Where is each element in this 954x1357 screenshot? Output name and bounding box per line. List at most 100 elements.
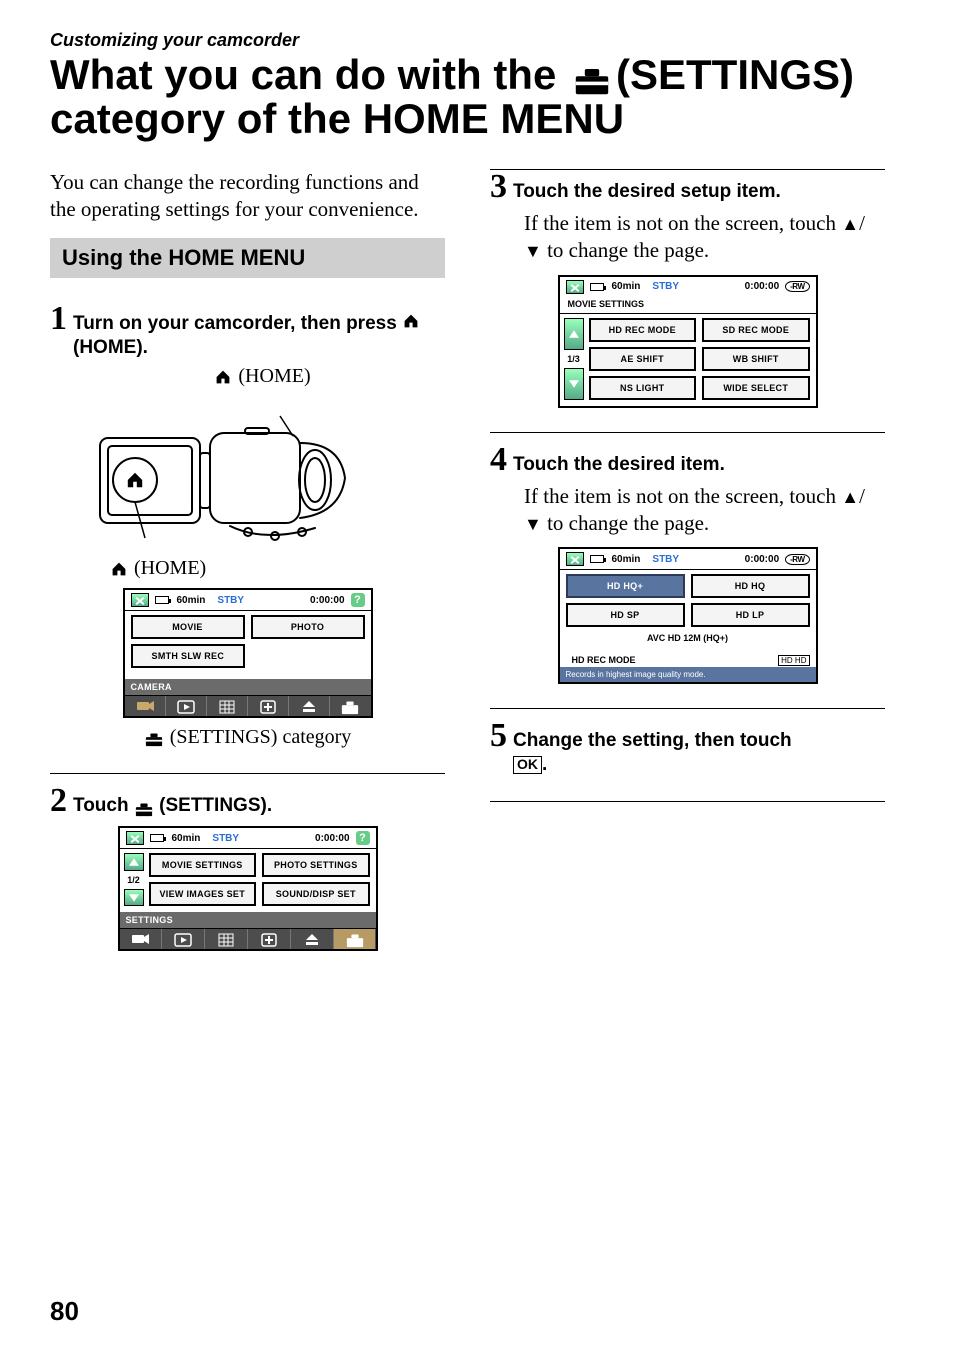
- btn-movie-settings[interactable]: MOVIE SETTINGS: [149, 853, 257, 877]
- btn-smth-slw-rec[interactable]: SMTH SLW REC: [131, 644, 246, 668]
- camcorder-illustration: [90, 398, 445, 553]
- toolbox-icon: [134, 799, 154, 817]
- current-mode-label: AVC HD 12M (HQ+): [566, 632, 810, 647]
- tray-play-icon[interactable]: [166, 696, 207, 716]
- screen-movie-settings: 60min STBY 0:00:00 -RW MOVIE SETTINGS 1/…: [558, 275, 818, 408]
- settings-category-label: (SETTINGS) category: [170, 726, 352, 749]
- triangle-down-icon: ▼: [524, 514, 542, 534]
- timecode: 0:00:00: [315, 833, 349, 844]
- tray-toolbox-icon[interactable]: [330, 696, 370, 716]
- page-down-button[interactable]: [564, 368, 584, 400]
- battery-time: 60min: [612, 281, 641, 292]
- triangle-up-icon: ▲: [841, 487, 859, 507]
- page-indicator: 1/2: [124, 875, 144, 885]
- triangle-down-icon: ▼: [524, 241, 542, 261]
- disc-type-icon: -RW: [785, 554, 809, 565]
- tray-camera-icon[interactable]: [120, 929, 163, 949]
- step-number: 5: [490, 719, 507, 753]
- screen-footer: Records in highest image quality mode.: [560, 667, 816, 682]
- help-icon[interactable]: ?: [356, 831, 370, 845]
- btn-ns-light[interactable]: NS LIGHT: [589, 376, 697, 400]
- footer-text: Records in highest image quality mode.: [566, 670, 706, 679]
- status-stby: STBY: [212, 833, 239, 844]
- close-icon[interactable]: [566, 552, 584, 566]
- step4-head: Touch the desired item.: [513, 447, 725, 477]
- tray-toolbox-icon[interactable]: [334, 929, 376, 949]
- btn-view-images-set[interactable]: VIEW IMAGES SET: [149, 882, 257, 906]
- category-label: SETTINGS: [120, 912, 376, 928]
- tray-bar: [120, 928, 376, 949]
- disc-type-icon: -RW: [785, 281, 809, 292]
- page-up-button[interactable]: [124, 853, 144, 871]
- step-number: 2: [50, 784, 67, 818]
- step-number: 1: [50, 302, 67, 336]
- step5-text-a: Change the setting, then touch: [513, 730, 792, 751]
- close-icon[interactable]: [126, 831, 144, 845]
- status-stby: STBY: [652, 281, 679, 292]
- btn-photo-settings[interactable]: PHOTO SETTINGS: [262, 853, 370, 877]
- btn-wb-shift[interactable]: WB SHIFT: [702, 347, 810, 371]
- page-down-button[interactable]: [124, 889, 144, 907]
- btn-ae-shift[interactable]: AE SHIFT: [589, 347, 697, 371]
- step-3: 3 Touch the desired setup item. If the i…: [490, 169, 885, 408]
- toolbox-icon: [568, 60, 616, 96]
- triangle-up-icon: ▲: [841, 214, 859, 234]
- close-icon[interactable]: [566, 280, 584, 294]
- step3-body-a: If the item is not on the screen, touch: [524, 211, 836, 235]
- page-number: 80: [50, 1296, 79, 1327]
- btn-wide-select[interactable]: WIDE SELECT: [702, 376, 810, 400]
- help-icon[interactable]: ?: [351, 593, 365, 607]
- battery-time: 60min: [177, 595, 206, 606]
- battery-icon: [590, 555, 604, 563]
- close-icon[interactable]: [131, 593, 149, 607]
- tray-plus-icon[interactable]: [248, 696, 289, 716]
- tray-grid-icon[interactable]: [205, 929, 248, 949]
- section-kicker: Customizing your camcorder: [50, 30, 904, 51]
- tray-eject-icon[interactable]: [291, 929, 334, 949]
- page-up-button[interactable]: [564, 318, 584, 350]
- ok-button-icon: OK: [513, 756, 542, 773]
- step-number: 3: [490, 170, 507, 204]
- btn-sd-rec-mode[interactable]: SD REC MODE: [702, 318, 810, 342]
- tray-play-icon[interactable]: [162, 929, 205, 949]
- btn-photo[interactable]: PHOTO: [251, 615, 365, 639]
- toolbox-icon: [144, 729, 164, 747]
- title-text-b: (SETTINGS): [616, 51, 854, 98]
- screen-hd-rec-mode: 60min STBY 0:00:00 -RW HD HQ+ HD HQ HD S…: [558, 547, 818, 684]
- tray-eject-icon[interactable]: [289, 696, 330, 716]
- btn-sound-disp-set[interactable]: SOUND/DISP SET: [262, 882, 370, 906]
- hd-hd-badge: HD HD: [778, 655, 809, 666]
- step4-body-a: If the item is not on the screen, touch: [524, 484, 836, 508]
- title-text-c: category of the HOME MENU: [50, 95, 624, 142]
- step-2: 2 Touch (SETTINGS). 60min STBY 0:00:00 ?: [50, 773, 445, 951]
- btn-hd-rec-mode[interactable]: HD REC MODE: [589, 318, 697, 342]
- title-text-a: What you can do with the: [50, 51, 556, 98]
- step1-text-a: Turn on your camcorder, then press: [73, 313, 397, 334]
- btn-hd-sp[interactable]: HD SP: [566, 603, 685, 627]
- screen-subtitle: MOVIE SETTINGS: [560, 297, 816, 313]
- status-stby: STBY: [652, 554, 679, 565]
- tray-camera-icon[interactable]: [125, 696, 166, 716]
- battery-time: 60min: [172, 833, 201, 844]
- step1-text-b: (HOME).: [73, 337, 148, 358]
- home-icon: [110, 561, 128, 577]
- timecode: 0:00:00: [310, 595, 344, 606]
- timecode: 0:00:00: [745, 554, 779, 565]
- tray-grid-icon[interactable]: [207, 696, 248, 716]
- tray-plus-icon[interactable]: [248, 929, 291, 949]
- step-number: 4: [490, 443, 507, 477]
- step5-text-b: .: [542, 754, 547, 775]
- page-title: What you can do with the (SETTINGS) cate…: [50, 53, 904, 141]
- page-indicator: 1/3: [564, 354, 584, 364]
- step-1: 1 Turn on your camcorder, then press (HO…: [50, 302, 445, 750]
- btn-movie[interactable]: MOVIE: [131, 615, 245, 639]
- btn-hd-hq-plus[interactable]: HD HQ+: [566, 574, 685, 598]
- status-stby: STBY: [217, 595, 244, 606]
- subheading: Using the HOME MENU: [50, 238, 445, 278]
- btn-hd-hq[interactable]: HD HQ: [691, 574, 810, 598]
- step4-body-b: to change the page.: [547, 511, 709, 535]
- btn-hd-lp[interactable]: HD LP: [691, 603, 810, 627]
- tray-bar: [125, 695, 371, 716]
- step-5: 5 Change the setting, then touch OK.: [490, 708, 885, 777]
- rec-mode-title: HD REC MODE: [566, 653, 642, 667]
